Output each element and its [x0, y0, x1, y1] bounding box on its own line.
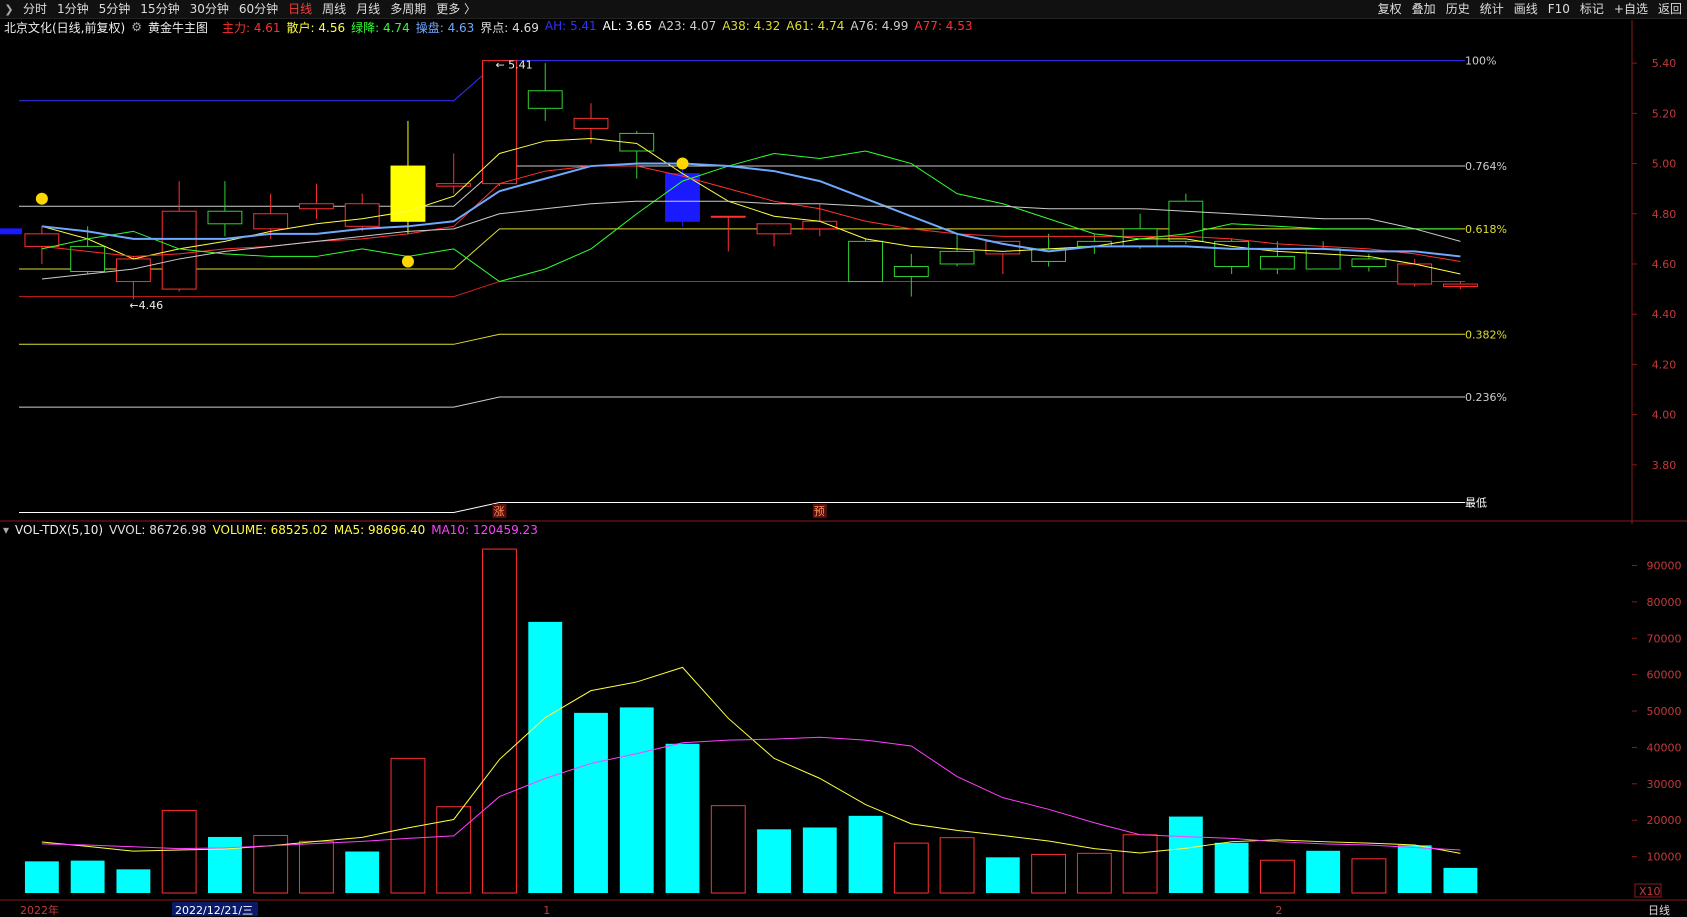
volume-bar	[24, 861, 59, 893]
volume-bar	[1259, 859, 1295, 894]
volume-ma-line-0	[41, 666, 1461, 854]
time-axis-label: 2	[1275, 904, 1282, 917]
volume-tick-label: 90000	[1647, 559, 1682, 572]
volume-bar	[482, 548, 517, 894]
volume-bar	[1031, 853, 1067, 894]
volume-tick-label: 40000	[1647, 741, 1682, 754]
volume-bar	[161, 809, 197, 894]
volume-bar	[528, 621, 563, 893]
volume-bar	[757, 829, 791, 893]
volume-bar	[619, 707, 654, 893]
volume-bar	[574, 712, 608, 893]
volume-bar	[299, 840, 334, 894]
volume-tick-label: 70000	[1647, 632, 1682, 645]
volume-tick-label: 10000	[1647, 851, 1682, 864]
volume-bar	[116, 869, 151, 893]
volume-bar	[1397, 845, 1432, 893]
volume-tick-label: 80000	[1647, 596, 1682, 609]
volume-bar	[70, 860, 105, 893]
volume-chart[interactable]: 90000 80000 70000 60000 50000 40000 30000 20000…	[0, 0, 1687, 917]
volume-tick-label: 50000	[1647, 705, 1682, 718]
volume-bar	[345, 851, 380, 893]
volume-tick-label: 30000	[1647, 778, 1682, 791]
volume-bar	[207, 836, 242, 893]
volume-tick-label: 60000	[1647, 669, 1682, 682]
time-axis-label: 1	[543, 904, 550, 917]
volume-bar	[1168, 816, 1203, 893]
volume-bar	[710, 805, 746, 894]
volume-bar	[1122, 834, 1158, 894]
volume-bar	[1443, 867, 1478, 893]
time-axis-label: 2022年	[20, 903, 59, 917]
volume-bar	[985, 857, 1020, 893]
volume-bar	[1076, 852, 1112, 894]
volume-ma-line-1	[41, 736, 1461, 851]
volume-bar	[802, 827, 837, 893]
volume-bar	[1351, 858, 1387, 894]
volume-bar	[893, 842, 929, 894]
volume-unit-label: X10	[1639, 885, 1661, 898]
volume-bar	[665, 743, 700, 893]
time-axis-label: 2022/12/21/三	[175, 904, 253, 917]
volume-tick-label: 20000	[1647, 814, 1682, 827]
volume-bar	[1306, 850, 1341, 893]
period-label: 日线	[1648, 903, 1670, 917]
volume-bar	[939, 837, 975, 894]
volume-bar	[1214, 842, 1249, 893]
volume-bar	[848, 815, 883, 893]
